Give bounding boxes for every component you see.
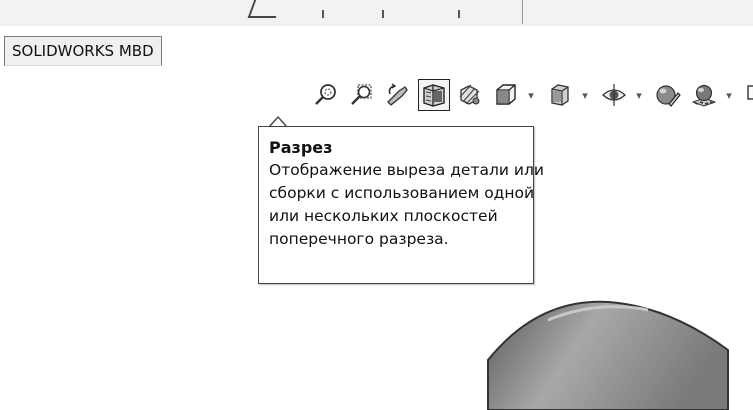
display-style-dropdown-arrow[interactable]: ▾	[580, 79, 590, 111]
toolbar-divider	[522, 0, 523, 24]
view-orientation-button[interactable]	[490, 79, 522, 111]
tooltip-description-line: Отображение выреза детали или	[269, 161, 544, 179]
tooltip-description-line: или нескольких плоскостей	[269, 207, 498, 225]
hide-show-items-dropdown-arrow[interactable]: ▾	[634, 79, 644, 111]
edit-appearance-button[interactable]	[652, 79, 684, 111]
3d-model-part[interactable]	[478, 290, 738, 410]
view-settings-button[interactable]	[742, 79, 753, 111]
separator-dot	[382, 10, 384, 18]
separator-dot	[322, 10, 324, 18]
partial-toolbar-icon[interactable]	[247, 0, 285, 18]
tooltip-title: Разрез	[269, 138, 333, 157]
display-style-button[interactable]	[544, 79, 576, 111]
hide-show-items-icon	[602, 84, 626, 106]
zoom-to-area-icon	[351, 84, 372, 105]
top-toolbar-strip	[0, 0, 753, 26]
zoom-to-fit-button[interactable]	[310, 79, 342, 111]
tab-solidworks-mbd[interactable]: SOLIDWORKS MBD	[4, 36, 162, 66]
view-settings-icon	[747, 85, 753, 100]
heads-up-view-toolbar: ▾ ▾ ▾ ▾	[310, 78, 753, 112]
apply-scene-icon	[691, 84, 717, 107]
edit-appearance-icon	[656, 85, 681, 107]
apply-scene-button[interactable]	[688, 79, 720, 111]
previous-view-icon	[387, 83, 408, 106]
view-orientation-dropdown-arrow[interactable]: ▾	[526, 79, 536, 111]
dynamic-annotation-views-icon	[459, 84, 480, 105]
apply-scene-dropdown-arrow[interactable]: ▾	[724, 79, 734, 111]
display-style-icon	[551, 84, 569, 106]
separator-dot	[458, 10, 460, 18]
tooltip-description-line: поперечного разреза.	[269, 230, 449, 248]
dynamic-annotation-views-button[interactable]	[454, 79, 486, 111]
tooltip-description-line: сборки с использованием одной	[269, 184, 535, 202]
section-view-button[interactable]	[418, 79, 450, 111]
view-orientation-icon	[496, 84, 516, 105]
section-view-tooltip: Разрез Отображение выреза детали или сбо…	[258, 126, 544, 284]
hide-show-items-button[interactable]	[598, 79, 630, 111]
zoom-to-fit-icon	[315, 84, 336, 105]
section-view-icon	[423, 84, 445, 107]
zoom-to-area-button[interactable]	[346, 79, 378, 111]
previous-view-button[interactable]	[382, 79, 414, 111]
